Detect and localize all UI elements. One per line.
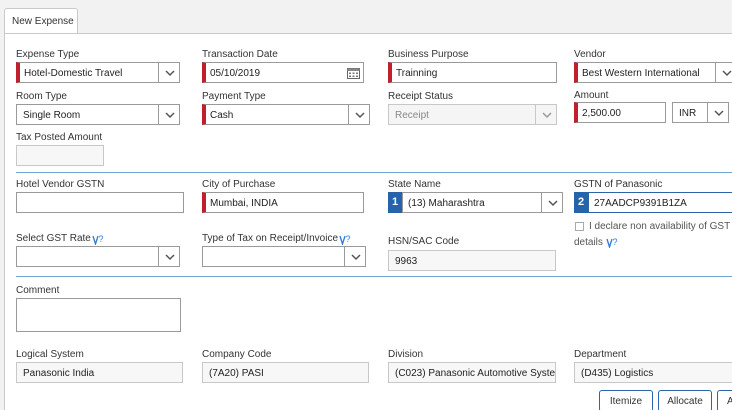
help-icon[interactable]: ?	[339, 234, 352, 245]
business-purpose-input[interactable]: Trainning	[388, 62, 557, 83]
amount-input[interactable]: 2,500.00	[574, 102, 666, 123]
room-type-label: Room Type	[16, 91, 67, 102]
room-type-select[interactable]: Single Room	[16, 104, 162, 125]
chevron-down-icon	[722, 70, 732, 77]
transaction-date-input[interactable]: 05/10/2019	[202, 62, 345, 83]
select-gst-rate-label: Select GST Rate	[16, 233, 91, 244]
currency-dropdown-button[interactable]	[707, 102, 729, 123]
select-gst-rate-select[interactable]	[16, 246, 162, 267]
hotel-vendor-gstn-label: Hotel Vendor GSTN	[16, 179, 105, 190]
chevron-down-icon	[714, 110, 724, 117]
declare-gst-checkbox[interactable]	[575, 222, 584, 231]
currency-select[interactable]: INR	[672, 102, 710, 123]
chevron-down-icon	[542, 112, 552, 119]
company-code-label: Company Code	[202, 349, 272, 360]
expense-type-label: Expense Type	[16, 49, 80, 60]
expense-form: Expense Type Hotel-Domestic Travel Trans…	[4, 33, 732, 410]
payment-type-dropdown-button[interactable]	[348, 104, 370, 125]
type-of-tax-dropdown-button[interactable]	[344, 246, 366, 267]
chevron-down-icon	[355, 112, 365, 119]
chevron-down-icon	[548, 200, 558, 207]
state-name-dropdown-button[interactable]	[541, 192, 563, 213]
section-divider	[16, 172, 732, 173]
type-of-tax-select[interactable]	[202, 246, 348, 267]
svg-text:?: ?	[346, 234, 351, 244]
city-of-purchase-input[interactable]: Mumbai, INDIA	[202, 192, 364, 213]
help-icon[interactable]: ?	[606, 237, 619, 248]
calendar-icon	[347, 68, 360, 79]
declare-gst-label-details: details	[574, 237, 603, 248]
itemize-button[interactable]: Itemize	[599, 390, 653, 410]
vendor-dropdown-button[interactable]	[715, 62, 732, 83]
comment-textarea[interactable]	[16, 298, 181, 332]
logical-system-label: Logical System	[16, 349, 84, 360]
logical-system-input: Panasonic India	[16, 362, 183, 383]
vendor-select[interactable]: Best Western International	[574, 62, 718, 83]
gstn-step-badge: 2	[574, 192, 588, 213]
chevron-down-icon	[165, 112, 175, 119]
type-of-tax-label: Type of Tax on Receipt/Invoice	[202, 233, 339, 244]
svg-text:?: ?	[613, 237, 618, 247]
chevron-down-icon	[165, 70, 175, 77]
help-icon[interactable]: ?	[92, 234, 105, 245]
expense-type-select[interactable]: Hotel-Domestic Travel	[16, 62, 162, 83]
division-input: (C023) Panasonic Automotive Syste	[388, 362, 556, 383]
comment-label: Comment	[16, 285, 60, 296]
city-of-purchase-label: City of Purchase	[202, 179, 276, 190]
gstn-of-panasonic-input[interactable]: 27AADCP9391B1ZA	[588, 192, 732, 213]
select-gst-rate-dropdown-button[interactable]	[158, 246, 180, 267]
declare-gst-label: I declare non availability of GST	[589, 221, 731, 232]
attendees-button[interactable]: A	[717, 390, 732, 410]
payment-type-label: Payment Type	[202, 91, 266, 102]
allocate-button[interactable]: Allocate	[658, 390, 712, 410]
hsn-sac-code-label: HSN/SAC Code	[388, 236, 460, 247]
receipt-status-select: Receipt	[388, 104, 537, 125]
state-name-select[interactable]: (13) Maharashtra	[402, 192, 543, 213]
hotel-vendor-gstn-input[interactable]	[16, 192, 184, 213]
division-label: Division	[388, 349, 424, 360]
section-divider	[16, 276, 732, 277]
room-type-dropdown-button[interactable]	[158, 104, 180, 125]
business-purpose-label: Business Purpose	[388, 49, 469, 60]
amount-label: Amount	[574, 90, 609, 101]
gstn-of-panasonic-label: GSTN of Panasonic	[574, 179, 663, 190]
department-label: Department	[574, 349, 627, 360]
department-input: (D435) Logistics	[574, 362, 732, 383]
hsn-sac-code-input: 9963	[388, 250, 556, 271]
state-name-label: State Name	[388, 179, 441, 190]
receipt-status-dropdown-button	[535, 104, 557, 125]
tab-new-expense[interactable]: New Expense	[4, 8, 78, 34]
chevron-down-icon	[351, 254, 361, 261]
state-step-badge: 1	[388, 192, 402, 213]
tax-posted-amount-input	[16, 145, 104, 166]
tab-bar: New Expense	[0, 0, 732, 34]
transaction-date-label: Transaction Date	[202, 49, 278, 60]
company-code-input: (7A20) PASI	[202, 362, 369, 383]
calendar-button[interactable]	[344, 62, 364, 83]
svg-text:?: ?	[99, 234, 104, 244]
chevron-down-icon	[165, 254, 175, 261]
vendor-label: Vendor	[574, 49, 606, 60]
payment-type-select[interactable]: Cash	[202, 104, 350, 125]
expense-type-dropdown-button[interactable]	[158, 62, 180, 83]
receipt-status-label: Receipt Status	[388, 91, 454, 102]
tax-posted-amount-label: Tax Posted Amount	[16, 132, 103, 143]
